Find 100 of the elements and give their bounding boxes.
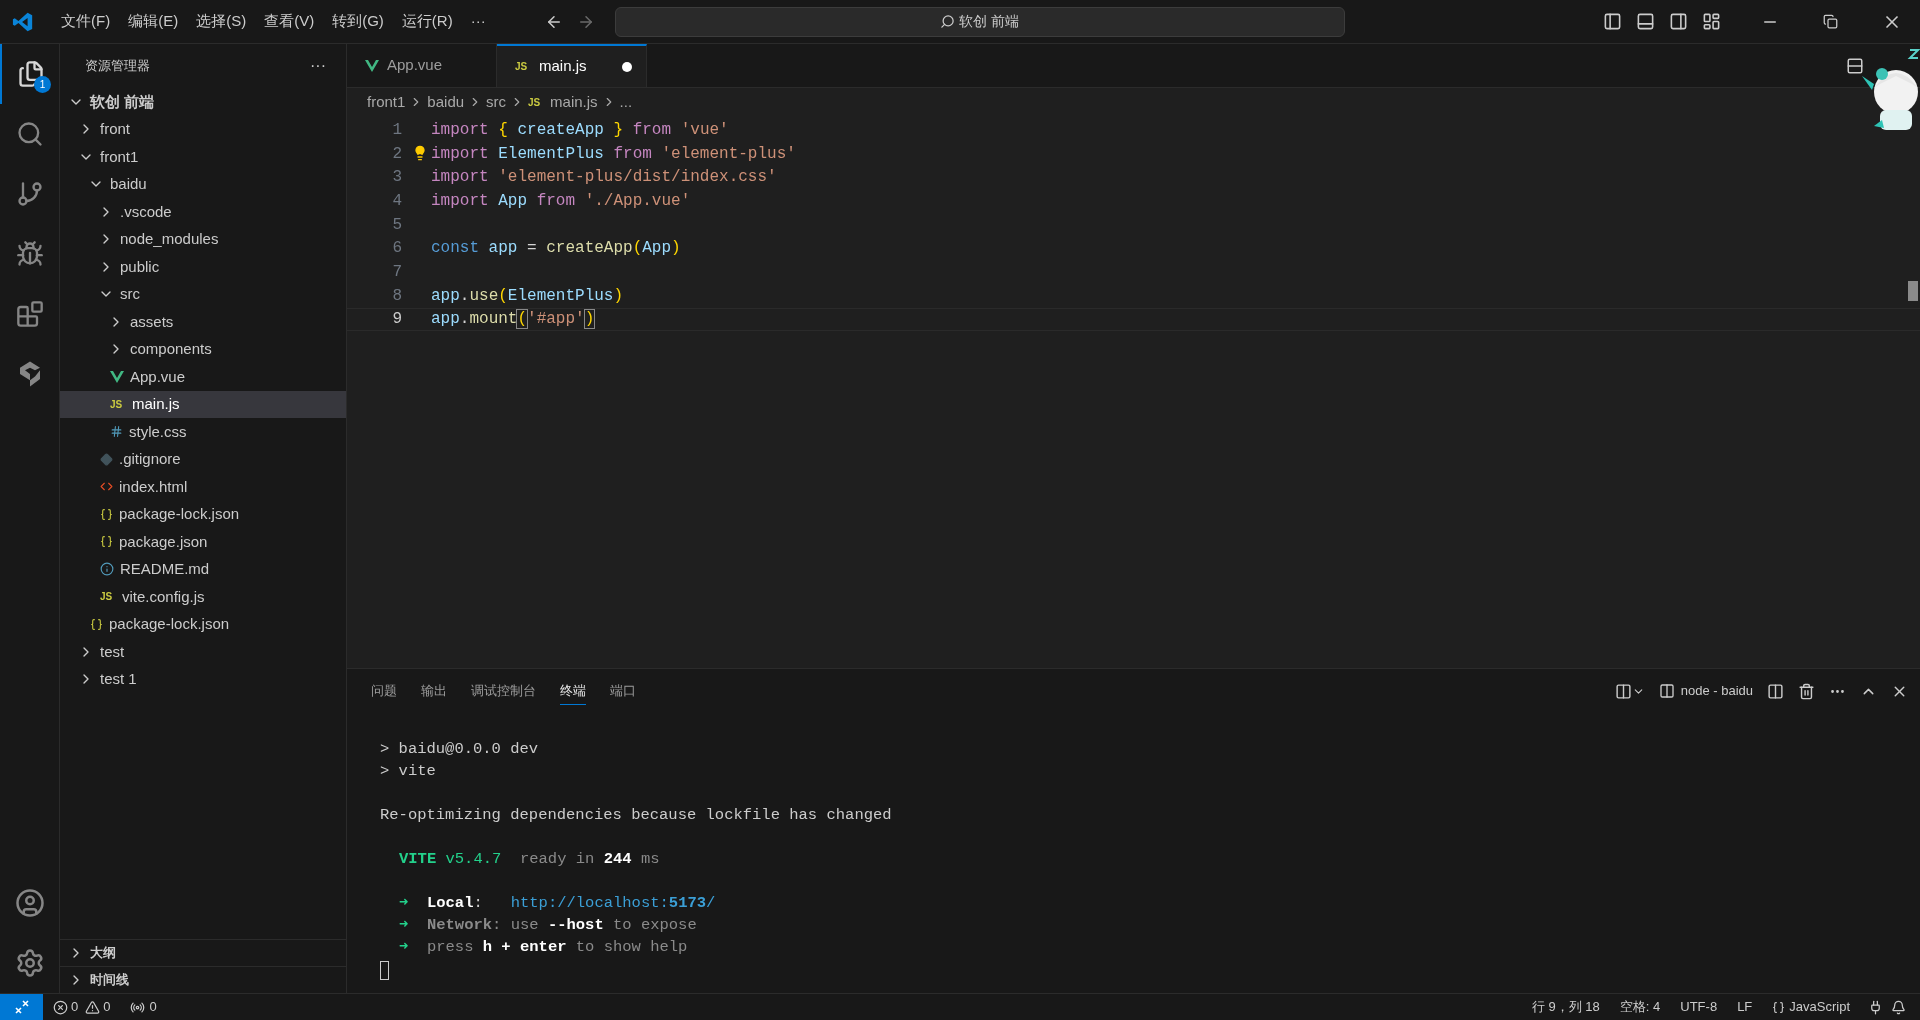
tree-item[interactable]: node_modules bbox=[60, 225, 346, 253]
tree-item[interactable]: assets bbox=[60, 308, 346, 336]
tree-item[interactable]: public bbox=[60, 253, 346, 281]
plug-icon[interactable] bbox=[1868, 999, 1883, 1015]
panel-tab[interactable]: 终端 bbox=[560, 676, 586, 706]
tree-item[interactable]: src bbox=[60, 280, 346, 308]
split-terminal-icon[interactable] bbox=[1767, 682, 1784, 700]
notification-badge: 1 bbox=[34, 76, 51, 93]
tree-item[interactable]: components bbox=[60, 335, 346, 363]
code-line: import ElementPlus from 'element-plus' bbox=[431, 143, 796, 165]
line-number: 9 bbox=[391, 309, 402, 331]
bell-icon[interactable] bbox=[1891, 999, 1906, 1015]
restore-icon[interactable] bbox=[1823, 14, 1838, 29]
code-line: import App from './App.vue' bbox=[431, 190, 691, 212]
lightbulb-icon[interactable] bbox=[412, 144, 428, 161]
diamond-icon bbox=[100, 452, 113, 466]
breadcrumb[interactable]: src bbox=[486, 90, 507, 114]
tree-item[interactable]: front1 bbox=[60, 143, 346, 171]
tree-item[interactable]: App.vue bbox=[60, 363, 346, 391]
cursor-position[interactable]: 行 9，列 18 bbox=[1531, 997, 1600, 1017]
explorer-icon[interactable] bbox=[16, 60, 45, 88]
info-icon bbox=[100, 562, 114, 577]
menu-item[interactable]: ··· bbox=[461, 10, 495, 33]
code-line: app.mount('#app') bbox=[431, 309, 595, 331]
line-number: 3 bbox=[391, 167, 402, 189]
code-line: import { createApp } from 'vue' bbox=[431, 119, 729, 141]
panel-tab[interactable]: 调试控制台 bbox=[471, 677, 536, 705]
terminal-line: > baidu@0.0.0 dev bbox=[380, 739, 539, 761]
js-icon: JS bbox=[100, 589, 116, 605]
menu-item[interactable]: 查看(V) bbox=[255, 10, 324, 33]
menu-item[interactable]: 转到(G) bbox=[323, 10, 393, 33]
tree-item[interactable]: baidu bbox=[60, 170, 346, 198]
braces-icon bbox=[100, 507, 113, 521]
problems-indicator[interactable]: 0 0 bbox=[53, 997, 111, 1017]
panel-toggle-icon[interactable] bbox=[1636, 12, 1655, 31]
terminal-line: Re-optimizing dependencies because lockfile has changed bbox=[380, 805, 892, 827]
tree-item[interactable]: package-lock.json bbox=[60, 500, 346, 528]
breadcrumb[interactable]: front1 bbox=[367, 90, 406, 114]
editor-tab[interactable]: JS main.js bbox=[497, 44, 647, 87]
trash-icon[interactable] bbox=[1798, 682, 1815, 700]
split-editor-icon[interactable] bbox=[1846, 56, 1864, 75]
tree-item[interactable]: package-lock.json bbox=[60, 610, 346, 638]
indentation[interactable]: 空格: 4 bbox=[1619, 997, 1661, 1017]
tree-item[interactable]: front bbox=[60, 115, 346, 143]
terminal-line: ➜ Network: use --host to expose bbox=[399, 915, 697, 937]
language-mode[interactable]: JavaScript bbox=[1772, 997, 1850, 1017]
js-icon: JS bbox=[528, 94, 545, 110]
command-center[interactable]: 软创 前端 bbox=[614, 6, 1345, 37]
end-of-line[interactable]: LF bbox=[1737, 997, 1753, 1017]
breadcrumb[interactable]: ... bbox=[619, 90, 633, 114]
split-terminal-icon[interactable] bbox=[1614, 682, 1632, 700]
tree-item[interactable]: 软创 前端 bbox=[60, 88, 346, 116]
menu-item[interactable]: 编辑(E) bbox=[119, 10, 188, 33]
terminal-line: ➜ Local: http://localhost:5173/ bbox=[399, 893, 716, 915]
code-line: app.use(ElementPlus) bbox=[431, 285, 624, 307]
menu-item[interactable]: 文件(F) bbox=[52, 10, 120, 33]
tree-item[interactable]: package.json bbox=[60, 528, 346, 556]
menu-item[interactable]: 选择(S) bbox=[187, 10, 256, 33]
search-icon bbox=[940, 14, 956, 29]
terminal-selector[interactable]: node - baidu bbox=[1658, 681, 1753, 701]
panel-tab[interactable]: 问题 bbox=[371, 677, 397, 705]
error-icon bbox=[53, 999, 68, 1015]
vue-icon bbox=[365, 59, 379, 72]
search-icon[interactable] bbox=[15, 120, 44, 148]
tree-item[interactable]: .gitignore bbox=[60, 445, 346, 473]
terminal-line: ➜ press h + enter to show help bbox=[399, 937, 688, 959]
ports-indicator[interactable]: 0 bbox=[130, 997, 157, 1017]
tree-item[interactable]: style.css bbox=[60, 418, 346, 446]
more-actions-button[interactable]: ··· bbox=[310, 54, 326, 78]
braces-icon bbox=[90, 617, 103, 631]
secondary-sidebar-icon[interactable] bbox=[1669, 12, 1688, 31]
tree-item[interactable]: README.md bbox=[60, 555, 346, 583]
tree-item[interactable]: test 1 bbox=[60, 665, 346, 693]
account-icon[interactable] bbox=[14, 888, 45, 918]
source-control-icon[interactable] bbox=[15, 180, 44, 208]
tree-item[interactable]: JS vite.config.js bbox=[60, 583, 346, 611]
tree-item[interactable]: test bbox=[60, 638, 346, 666]
menu-item[interactable]: 运行(R) bbox=[392, 10, 462, 33]
remote-button[interactable] bbox=[0, 994, 43, 1020]
layout-icon[interactable] bbox=[1702, 12, 1721, 31]
tree-item[interactable]: JS main.js bbox=[60, 390, 346, 418]
tree-item[interactable]: index.html bbox=[60, 473, 346, 501]
sidebar-toggle-icon[interactable] bbox=[1603, 12, 1622, 31]
tree-item[interactable]: .vscode bbox=[60, 198, 346, 226]
js-icon: JS bbox=[515, 59, 531, 74]
breadcrumb[interactable]: JS main.js bbox=[528, 90, 598, 114]
line-number: 4 bbox=[391, 190, 402, 212]
panel-tab[interactable]: 输出 bbox=[421, 677, 447, 705]
line-number: 2 bbox=[391, 143, 402, 165]
extensions-icon[interactable] bbox=[15, 300, 44, 328]
encoding[interactable]: UTF-8 bbox=[1680, 997, 1718, 1017]
run-debug-icon[interactable] bbox=[15, 240, 44, 268]
section-header[interactable]: 大纲 bbox=[60, 939, 346, 966]
terminal-icon bbox=[1658, 683, 1675, 699]
settings-icon[interactable] bbox=[14, 948, 45, 978]
braces-icon bbox=[100, 535, 113, 549]
code-line: const app = createApp(App) bbox=[431, 238, 681, 260]
panel-tab[interactable]: 端口 bbox=[610, 677, 636, 705]
app-logo-icon bbox=[12, 10, 34, 33]
breadcrumb[interactable]: baidu bbox=[427, 90, 465, 114]
